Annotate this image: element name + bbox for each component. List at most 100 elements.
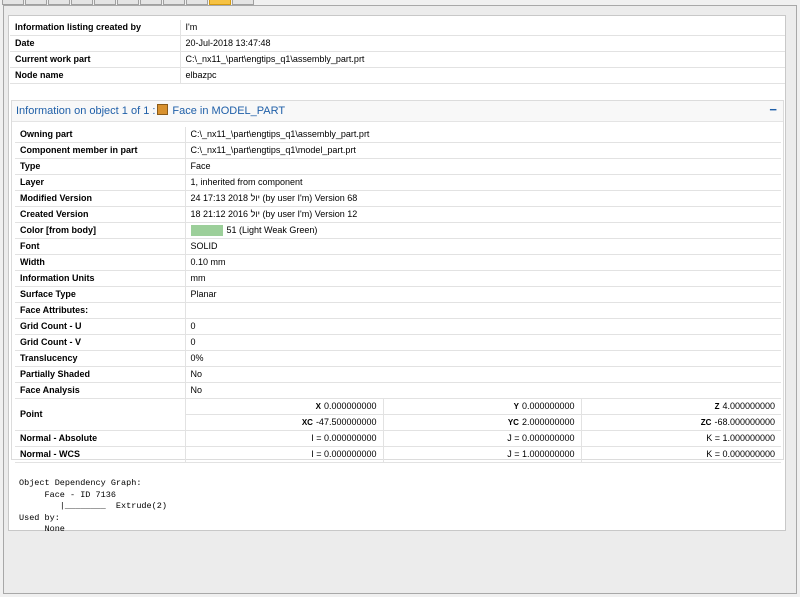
table-row: Font SOLID <box>15 238 782 255</box>
property-key: Partially Shaded <box>15 366 185 383</box>
point-value: -47.500000000 <box>315 417 377 427</box>
header-value: elbazpc <box>179 67 785 84</box>
point-wcs-y: YC 2.000000000 <box>382 414 581 431</box>
property-value: SOLID <box>184 238 782 255</box>
property-value: 0 <box>184 334 782 351</box>
property-key: Color [from body] <box>15 222 185 239</box>
property-key: Font <box>15 238 185 255</box>
property-key: Grid Count - V <box>15 334 185 351</box>
color-swatch <box>190 225 223 237</box>
header-value: C:\_nx11_\part\engtips_q1\assembly_part.… <box>179 51 785 68</box>
table-row: Face Analysis No <box>15 382 782 399</box>
property-key: Translucency <box>15 350 185 367</box>
header-key: Date <box>10 35 180 52</box>
property-key: Owning part <box>15 127 185 143</box>
collapse-icon[interactable]: − <box>769 100 777 120</box>
normal-wcs-row: Normal - WCS I = 0.000000000 J = 1.00000… <box>15 446 782 463</box>
normal-j: J = 0.000000000 <box>382 430 581 447</box>
point-value: 0.000000000 <box>521 401 575 411</box>
property-key: Modified Version <box>15 190 185 207</box>
object-title: Information on object 1 of 1 : <box>16 105 156 117</box>
property-value: mm <box>184 270 782 287</box>
table-row: Width 0.10 mm <box>15 254 782 271</box>
y-axis-icon: Y <box>513 402 519 411</box>
property-value: 0 <box>184 318 782 335</box>
point-value: -68.000000000 <box>714 417 776 427</box>
normal-j: J = 1.000000000 <box>382 446 581 463</box>
table-row: Modified Version 24 17:13 2018 יול (by us… <box>15 190 782 207</box>
zc-axis-icon: ZC <box>700 418 712 427</box>
header-key: Current work part <box>10 51 180 68</box>
color-value: 51 (Light Weak Green) <box>226 225 318 235</box>
property-value: 51 (Light Weak Green) <box>184 222 782 239</box>
property-key: Type <box>15 158 185 175</box>
listing-header-table: Information listing created by I'm Date 20… <box>10 20 785 84</box>
table-row: Translucency 0% <box>15 350 782 367</box>
property-value: 0% <box>184 350 782 367</box>
table-row: Node name elbazpc <box>10 67 785 84</box>
table-row: Information Units mm <box>15 270 782 287</box>
point-wcs-x: XC -47.500000000 <box>184 414 383 431</box>
property-value: C:\_nx11_\part\engtips_q1\assembly_part.… <box>184 127 782 143</box>
header-value: 20-Jul-2018 13:47:48 <box>179 35 785 52</box>
property-key: Grid Count - U <box>15 318 185 335</box>
property-value <box>184 302 782 319</box>
property-value: No <box>184 366 782 383</box>
object-info-section: Information on object 1 of 1 : Face in MO… <box>11 100 784 463</box>
property-value: 18 21:12 2016 יול (by user I'm) Version … <box>184 206 782 223</box>
point-abs-y: Y 0.000000000 <box>382 398 581 415</box>
normal-label: Normal - WCS <box>15 446 185 463</box>
property-value: Planar <box>184 286 782 303</box>
table-row: Created Version 18 21:12 2016 יול (by use… <box>15 206 782 223</box>
table-row: Grid Count - U0 <box>15 318 782 335</box>
header-value: I'm <box>179 20 785 36</box>
object-name: Face in MODEL_PART <box>172 105 286 117</box>
property-value: 0.10 mm <box>184 254 782 271</box>
normal-k: K = 0.000000000 <box>580 446 782 463</box>
table-row: Current work part C:\_nx11_\part\engtips_… <box>10 51 785 68</box>
property-value: 1, inherited from component <box>184 174 782 191</box>
normal-i: I = 0.000000000 <box>184 430 383 447</box>
property-value: No <box>184 382 782 399</box>
xc-axis-icon: XC <box>301 418 313 427</box>
information-panel: Information listing created by I'm Date 20… <box>8 15 786 534</box>
property-key: Face Attributes: <box>15 302 185 319</box>
point-value: 2.000000000 <box>521 417 575 427</box>
point-row: Point X 0.000000000 Y 0.000000000 Z 4.00000… <box>15 398 782 431</box>
normal-k: K = 1.000000000 <box>580 430 782 447</box>
table-row: Layer 1, inherited from component <box>15 174 782 191</box>
property-value: C:\_nx11_\part\engtips_q1\model_part.prt <box>184 142 782 159</box>
table-row: Information listing created by I'm <box>10 20 785 36</box>
header-key: Information listing created by <box>10 20 180 36</box>
normal-i: I = 0.000000000 <box>184 446 383 463</box>
property-key: Face Analysis <box>15 382 185 399</box>
yc-axis-icon: YC <box>507 418 519 427</box>
property-key: Information Units <box>15 270 185 287</box>
point-value: 0.000000000 <box>323 401 377 411</box>
property-key: Created Version <box>15 206 185 223</box>
dependency-graph-text: Object Dependency Graph: Face - ID 7136 … <box>19 478 167 534</box>
table-row: Owning part C:\_nx11_\part\engtips_q1\ass… <box>15 127 782 143</box>
table-row: Grid Count - V0 <box>15 334 782 351</box>
property-value: Face <box>184 158 782 175</box>
property-key: Layer <box>15 174 185 191</box>
table-row: Date 20-Jul-2018 13:47:48 <box>10 35 785 52</box>
point-abs-x: X 0.000000000 <box>184 398 383 415</box>
table-row: Color [from body] 51 (Light Weak Green) <box>15 222 782 239</box>
point-abs-z: Z 4.000000000 <box>580 398 782 415</box>
table-row: Partially Shaded No <box>15 366 782 383</box>
normal-label: Normal - Absolute <box>15 430 185 447</box>
property-key: Surface Type <box>15 286 185 303</box>
object-section-header[interactable]: Information on object 1 of 1 : Face in MO… <box>12 101 783 122</box>
property-key: Width <box>15 254 185 271</box>
part-cube-icon <box>157 104 169 115</box>
table-row: Component member in part C:\_nx11_\part\e… <box>15 142 782 159</box>
property-value: 24 17:13 2018 יול (by user I'm) Version … <box>184 190 782 207</box>
z-axis-icon: Z <box>714 402 720 411</box>
table-row: Type Face <box>15 158 782 175</box>
point-value: 4.000000000 <box>722 401 776 411</box>
object-properties-table: Owning part C:\_nx11_\part\engtips_q1\ass… <box>15 127 782 463</box>
property-key: Component member in part <box>15 142 185 159</box>
table-row: Surface Type Planar <box>15 286 782 303</box>
normal-absolute-row: Normal - Absolute I = 0.000000000 J = 0.… <box>15 430 782 447</box>
